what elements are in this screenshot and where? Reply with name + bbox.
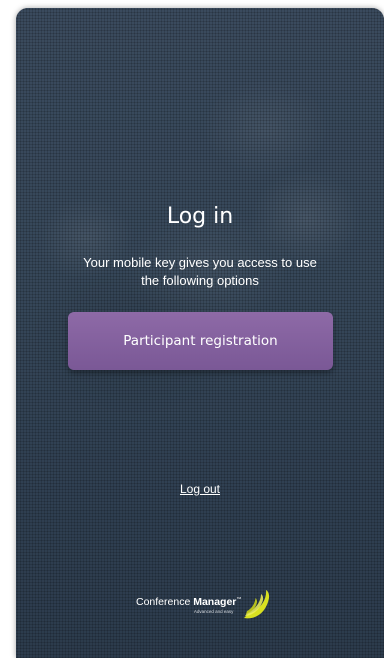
logout-container: Log out [16,480,384,498]
login-panel: Log in Your mobile key gives you access … [16,8,384,658]
brand-text: Conference Manager™ Advanced and easy [136,596,241,614]
brand-logo: Conference Manager™ Advanced and easy [136,588,272,622]
yellow-leaf-swoosh-icon [244,590,270,619]
brand-name-light: Conference [136,596,191,608]
brand-trademark: ™ [236,596,242,603]
brand-name: Conference Manager™ [136,596,241,608]
page-title: Log in [166,204,234,229]
participant-registration-button[interactable]: Participant registration [68,312,333,370]
app-screen: Log in Your mobile key gives you access … [16,8,384,658]
brand-tagline: Advanced and easy [193,609,234,614]
logout-link[interactable]: Log out [180,482,220,496]
participant-registration-label: Participant registration [123,333,278,349]
page-subtitle: Your mobile key gives you access to use … [83,255,317,288]
brand-name-bold: Manager [193,596,237,608]
